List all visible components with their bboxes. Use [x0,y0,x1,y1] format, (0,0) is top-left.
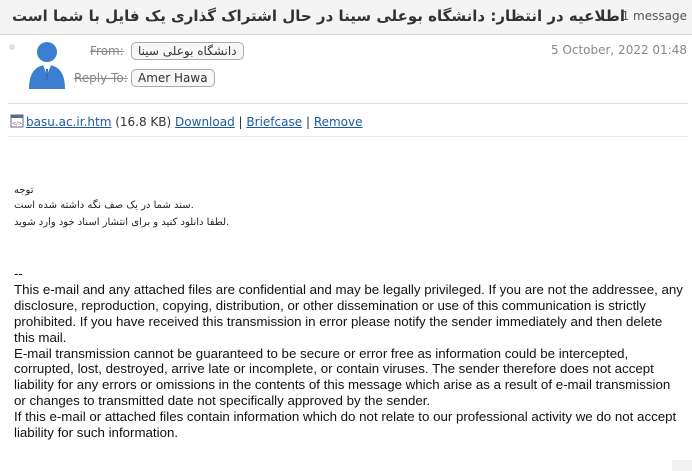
header-divider [8,103,688,104]
signature-separator: -- [14,266,23,281]
download-link[interactable]: Download [175,115,235,129]
unread-indicator[interactable] [9,44,15,50]
from-sender-pill[interactable]: دانشگاه بوعلی سینا [131,42,244,60]
message-count: 1 message [621,9,687,23]
message-subject: اطلاعیه در انتظار: دانشگاه بوعلی سینا در… [12,7,625,25]
fa-body-line: لطفا دانلود کنید و برای انتشار اسناد خود… [14,217,230,228]
reply-to-pill[interactable]: Amer Hawa [131,69,215,87]
fa-body-line: توجه [14,185,34,196]
html-file-icon: </> [10,114,24,128]
message-body: -- This e-mail and any attached files ar… [14,266,684,441]
from-label: From: [90,44,124,58]
message-date: 5 October, 2022 01:48 [550,43,687,57]
disclaimer-paragraph: If this e-mail or attached files contain… [14,409,677,441]
scrollbar-corner[interactable] [672,460,692,471]
attachment-filename-link[interactable]: basu.ac.ir.htm [26,115,111,129]
reply-to-label: Reply To: [74,71,128,85]
attachment-divider [8,136,688,137]
attachment-row: </> basu.ac.ir.htm (16.8 KB) Download | … [10,114,363,129]
attachment-size: (16.8 KB) [115,115,172,129]
remove-link[interactable]: Remove [314,115,363,129]
disclaimer-paragraph: This e-mail and any attached files are c… [14,281,683,345]
divider: | [238,115,243,129]
briefcase-link[interactable]: Briefcase [246,115,302,129]
avatar-icon [29,42,65,89]
disclaimer-paragraph: E-mail transmission cannot be guaranteed… [14,345,671,409]
divider: | [305,115,310,129]
svg-text:</>: </> [12,121,22,127]
message-header: اطلاعیه در انتظار: دانشگاه بوعلی سینا در… [0,0,692,35]
fa-body-line: سند شما در یک صف نگه داشته شده است. [14,200,194,211]
